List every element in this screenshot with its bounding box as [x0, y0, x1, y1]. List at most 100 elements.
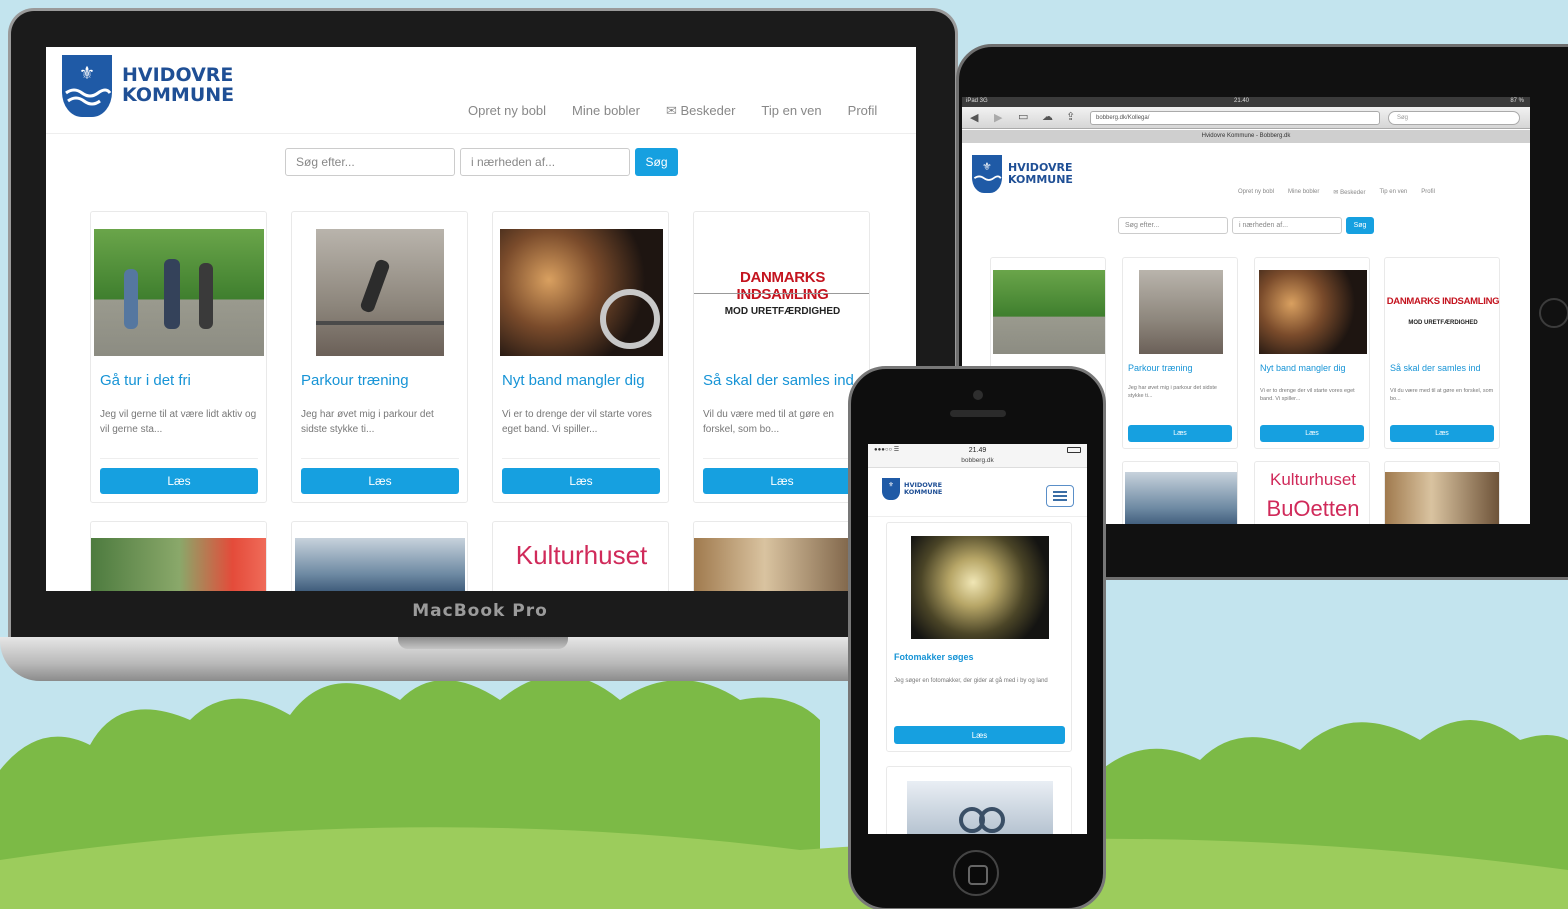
nav-create-bobl[interactable]: Opret ny bobl — [1238, 189, 1274, 196]
card-photo: DANMARKS INDSAMLING MOD URETFÆRDIGHED — [694, 229, 869, 356]
near-input[interactable]: i nærheden af... — [460, 148, 630, 176]
card-photo — [316, 229, 444, 356]
forward-icon[interactable]: ▶ — [994, 111, 1002, 124]
nav-messages-label: Beskeder — [680, 103, 736, 118]
activity-card[interactable]: DANMARKS INDSAMLING MOD URETFÆRDIGHED Så… — [1384, 257, 1500, 449]
header-divider — [46, 133, 916, 134]
search-bar: Søg efter... i nærheden af... Søg — [285, 148, 678, 176]
card-desc: Vi er to drenge der vil starte vores ege… — [502, 409, 652, 435]
tablet-status-bar: iPad 3G 21.40 87 % — [962, 97, 1530, 107]
bookmarks-icon[interactable]: ▭ — [1018, 110, 1028, 123]
card-photo — [295, 538, 465, 591]
activity-card[interactable]: Fotomakker søges Jeg søger en fotomakker… — [886, 522, 1072, 752]
phone-screen: ●●●○○ ☰ 21.49 bobberg.dk ⚜ HVIDOVRE KOMM… — [868, 444, 1087, 834]
read-button[interactable]: Læs — [1260, 425, 1364, 442]
read-button[interactable]: Læs — [1128, 425, 1232, 442]
activity-card[interactable] — [886, 766, 1072, 834]
logo-line1: HVIDOVRE — [122, 64, 234, 87]
status-battery: 87 % — [1510, 98, 1524, 104]
tablet-side-button — [1539, 298, 1568, 328]
browser-search-field[interactable]: Søg — [1388, 111, 1520, 125]
main-nav: Opret ny bobl Mine bobler ✉ Beskeder Tip… — [1238, 189, 1435, 196]
nav-my-bobler[interactable]: Mine bobler — [572, 103, 640, 119]
coat-of-arms-icon: ⚜ — [972, 155, 1002, 193]
card-title: Parkour træning — [301, 372, 409, 389]
activity-card[interactable]: Parkour træning Jeg har øvet mig i parko… — [291, 211, 468, 503]
site-logo[interactable]: ⚜ HVIDOVRE KOMMUNE — [62, 55, 234, 117]
card-desc: Vi er to drenge der vil starte vores ege… — [1260, 388, 1355, 403]
search-input[interactable]: Søg efter... — [1118, 217, 1228, 234]
phone-status-bar: ●●●○○ ☰ 21.49 bobberg.dk — [868, 444, 1087, 468]
status-time: 21.49 — [968, 447, 987, 454]
read-button[interactable]: Læs — [502, 468, 660, 494]
card-photo — [1125, 472, 1237, 524]
search-button[interactable]: Søg — [635, 148, 678, 176]
nav-messages[interactable]: ✉ Beskeder — [1333, 189, 1365, 196]
nav-messages[interactable]: ✉ Beskeder — [666, 103, 735, 119]
card-photo — [1385, 472, 1499, 524]
battery-icon — [1067, 447, 1081, 453]
card-photo — [911, 536, 1049, 639]
search-input[interactable]: Søg efter... — [285, 148, 455, 176]
svg-text:⚜: ⚜ — [79, 63, 95, 84]
status-carrier: iPad 3G — [966, 98, 988, 104]
near-input[interactable]: i nærheden af... — [1232, 217, 1342, 234]
logo-line2: KOMMUNE — [904, 488, 943, 496]
card-desc: Vil du være med til at gøre en forskel, … — [703, 409, 834, 435]
activity-card[interactable]: Nyt band mangler dig Vi er to drenge der… — [1254, 257, 1370, 449]
laptop-brand-label: MacBook Pro — [412, 601, 548, 621]
read-button[interactable]: Læs — [301, 468, 459, 494]
url-label[interactable]: bobberg.dk — [868, 457, 1087, 464]
activity-card[interactable] — [291, 521, 468, 591]
activity-card[interactable] — [1122, 461, 1238, 524]
phone-home-button[interactable] — [953, 850, 999, 896]
nav-profile[interactable]: Profil — [848, 103, 878, 119]
nav-tip-friend[interactable]: Tip en ven — [761, 103, 821, 119]
read-button[interactable]: Læs — [703, 468, 861, 494]
main-nav: Opret ny bobl Mine bobler ✉ Beskeder Tip… — [468, 103, 877, 119]
read-button[interactable]: Læs — [100, 468, 258, 494]
activity-card[interactable] — [1384, 461, 1500, 524]
url-bar[interactable]: bobberg.dk/Kollega/ — [1090, 111, 1380, 125]
image-caption: BuOetten — [1266, 496, 1360, 521]
nav-tip-friend[interactable]: Tip en ven — [1379, 189, 1407, 196]
coat-of-arms-icon: ⚜ — [882, 478, 900, 500]
nav-my-bobler[interactable]: Mine bobler — [1288, 189, 1319, 196]
browser-tab[interactable]: Hvidovre Kommune - Bobberg.dk — [962, 130, 1530, 143]
read-button[interactable]: Læs — [1390, 425, 1494, 442]
phone-camera — [973, 390, 983, 400]
card-photo — [993, 270, 1105, 354]
activity-card[interactable]: Gå tur i det fri Jeg vil gerne til at væ… — [90, 211, 267, 503]
activity-card[interactable] — [90, 521, 267, 591]
site-logo[interactable]: ⚜ HVIDOVRE KOMMUNE — [972, 155, 1073, 193]
card-desc: Jeg søger en fotomakker, der gider at gå… — [894, 678, 1048, 684]
card-photo — [1139, 270, 1223, 354]
share-icon[interactable]: ⇪ — [1066, 110, 1075, 123]
nav-create-bobl[interactable]: Opret ny bobl — [468, 103, 546, 119]
menu-hamburger-icon[interactable] — [1046, 485, 1074, 507]
activity-card[interactable]: Nyt band mangler dig Vi er to drenge der… — [492, 211, 669, 503]
site-logo[interactable]: ⚜ HVIDOVRE KOMMUNE — [882, 478, 942, 500]
card-desc: Vil du være med til at gøre en forskel, … — [1390, 388, 1494, 403]
search-button[interactable]: Søg — [1346, 217, 1374, 234]
nav-profile[interactable]: Profil — [1421, 189, 1435, 196]
activity-card[interactable]: DANMARKS INDSAMLING MOD URETFÆRDIGHED Så… — [693, 211, 870, 503]
card-photo: Kulturhuset BuOetten — [1255, 468, 1369, 524]
card-title: Parkour træning — [1128, 363, 1193, 373]
laptop-notch — [398, 637, 568, 649]
cloud-icon[interactable]: ☁ — [1042, 110, 1053, 123]
card-desc: Jeg vil gerne til at være lidt aktiv og … — [100, 409, 257, 435]
back-icon[interactable]: ◀ — [970, 111, 978, 124]
image-caption: MOD URETFÆRDIGHED — [724, 306, 841, 317]
card-title: Gå tur i det fri — [100, 372, 191, 389]
activity-card[interactable]: Kulturhuset — [492, 521, 669, 591]
svg-text:⚜: ⚜ — [982, 160, 992, 173]
read-button[interactable]: Læs — [894, 726, 1065, 744]
card-title: Nyt band mangler dig — [502, 372, 645, 389]
activity-card[interactable]: Parkour træning Jeg har øvet mig i parko… — [1122, 257, 1238, 449]
image-caption: DANMARKS INDSAMLING — [736, 269, 829, 303]
activity-card[interactable] — [693, 521, 870, 591]
card-photo — [1259, 270, 1367, 354]
image-caption: Kulturhuset — [1270, 470, 1356, 489]
activity-card[interactable]: Kulturhuset BuOetten — [1254, 461, 1370, 524]
